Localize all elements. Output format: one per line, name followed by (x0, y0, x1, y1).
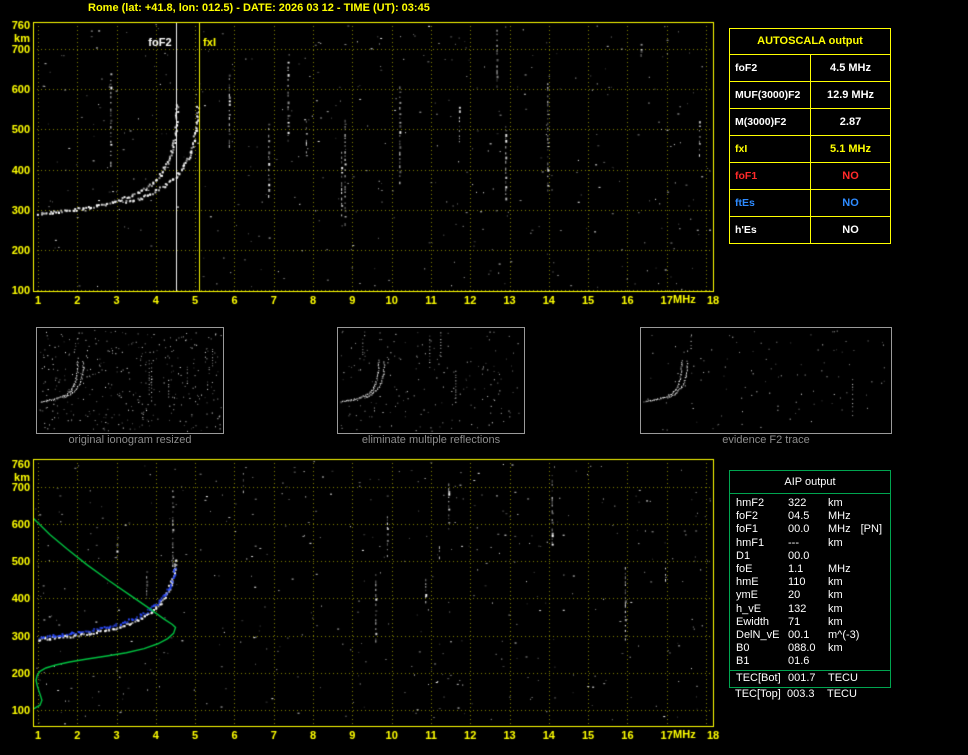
aip-row-fof2: foF2 04.5 MHz (730, 510, 890, 523)
autoscala-output-panel: AUTOSCALA output foF2 4.5 MHz MUF(3000)F… (729, 28, 891, 244)
aip-value-b1: 01.6 (788, 655, 810, 668)
aip-unit-delnve: m^(-3) (828, 628, 860, 641)
aip-name-hme: hmE (736, 576, 759, 589)
aip-unit-foe: MHz (828, 562, 851, 575)
aip-row-hme: hmE 110 km (730, 576, 890, 589)
aip-value-ewidth: 71 (788, 615, 801, 628)
aip-value-hmf1: --- (788, 536, 799, 549)
aip-unit-hmf2: km (828, 497, 843, 509)
param-value-muf3000f2: 12.9 MHz (826, 89, 875, 101)
aip-unit-hmf1: km (828, 536, 843, 549)
aip-name-tec-top: TEC[Top] (735, 688, 781, 700)
aip-value-b0: 088.0 (788, 642, 816, 655)
autoscala-row-fxi: fxI 5.1 MHz (730, 135, 890, 162)
aip-row-tec-top-inner: TEC[Top] 003.3 TECU (729, 688, 889, 701)
aip-name-tec-bot: TEC[Bot] (736, 672, 781, 685)
autoscala-row-m3000f2: M(3000)F2 2.87 (730, 108, 890, 135)
thumbnail-caption-reflections: eliminate multiple reflections (361, 434, 501, 446)
thumbnail-caption-f2-trace: evidence F2 trace (722, 434, 810, 446)
param-label-fof1: foF1 (730, 163, 811, 189)
aip-name-fof1: foF1 (736, 523, 759, 536)
aip-name-foe: foE (736, 562, 753, 575)
aip-value-hmf2: 322 (788, 497, 807, 509)
param-label-m3000f2: M(3000)F2 (730, 109, 811, 135)
autoscala-row-fof2: foF2 4.5 MHz (730, 54, 890, 81)
thumbnail-multiple-reflections-removed (337, 327, 525, 434)
aip-value-yme: 20 (788, 589, 801, 602)
autoscala-row-fof1: foF1 NO (730, 162, 890, 189)
param-label-fxi: fxI (730, 136, 811, 162)
thumbnail-f2-trace-evidence (640, 327, 892, 434)
param-value-hpes: NO (842, 224, 859, 236)
aip-row-tec-top: TEC[Top] 003.3 TECU (729, 688, 889, 701)
aip-value-tec-top: 003.3 (787, 688, 815, 700)
param-label-muf3000f2: MUF(3000)F2 (730, 82, 811, 108)
aip-unit-fof1: MHz (828, 523, 851, 536)
autoscala-row-hpes: h'Es NO (730, 216, 890, 243)
aip-value-delnve: 00.1 (788, 628, 810, 641)
aip-unit-yme: km (828, 589, 843, 602)
aip-name-d1: D1 (736, 549, 751, 562)
aip-value-foe: 1.1 (788, 562, 804, 575)
aip-row-hmf1: hmF1 --- km (730, 537, 890, 550)
aip-name-fof2: foF2 (736, 510, 759, 523)
aip-value-hme: 110 (788, 576, 806, 589)
aip-row-b0: B0 088.0 km (730, 642, 890, 655)
aip-row-tec-bot: TEC[Bot] 001.7 TECU (730, 670, 890, 685)
aip-value-hve: 132 (788, 602, 807, 615)
profile-ionogram-plot (0, 452, 730, 752)
aip-row-delnve: DelN_vE 00.1 m^(-3) (730, 629, 890, 642)
aip-row-ewidth: Ewidth 71 km (730, 616, 890, 629)
aip-value-fof1: 00.0 (788, 523, 810, 536)
aip-row-hmf2: hmF2 322 km (730, 497, 890, 510)
param-value-fof2: 4.5 MHz (830, 62, 871, 74)
aip-name-hve: h_vE (736, 602, 762, 615)
aip-value-d1: 00.0 (788, 549, 810, 562)
aip-unit-tec-top: TECU (827, 688, 857, 700)
aip-row-foe: foE 1.1 MHz (730, 563, 890, 576)
param-label-ftes: ftEs (730, 190, 811, 216)
aip-name-hmf1: hmF1 (736, 536, 765, 549)
aip-output-panel: AIP output hmF2 322 km foF2 04.5 MHz foF1 00.… (729, 470, 891, 688)
thumbnail-caption-original: original ionogram resized (68, 434, 192, 446)
aip-name-ewidth: Ewidth (736, 615, 770, 628)
aip-unit-b0: km (828, 642, 843, 655)
autoscala-app-window: Rome (lat: +41.8, lon: 012.5) - DATE: 20… (0, 0, 968, 755)
autoscala-output-title: AUTOSCALA output (757, 35, 863, 47)
param-value-m3000f2: 2.87 (839, 116, 862, 128)
param-value-fxi: 5.1 MHz (830, 143, 871, 155)
thumbnail-original-ionogram (36, 327, 224, 434)
aip-unit-fof2: MHz (828, 510, 851, 523)
aip-value-fof2: 04.5 (788, 510, 810, 523)
aip-row-d1: D1 00.0 (730, 550, 890, 563)
aip-extra-fof1: [PN] (860, 523, 883, 536)
aip-rows: hmF2 322 km foF2 04.5 MHz foF1 00.0 MHz [PN] hm… (730, 494, 890, 687)
main-ionogram-plot (0, 0, 730, 318)
aip-row-yme: ymE 20 km (730, 589, 890, 602)
aip-name-b0: B0 (736, 642, 750, 655)
param-value-ftes: NO (842, 197, 859, 209)
aip-row-fof1: foF1 00.0 MHz [PN] (730, 523, 890, 536)
aip-unit-hve: km (828, 602, 843, 615)
aip-name-b1: B1 (736, 655, 750, 668)
aip-output-title: AIP output (730, 471, 890, 494)
aip-row-b1: B1 01.6 (730, 655, 890, 668)
aip-unit-hme: km (828, 576, 843, 589)
autoscala-row-ftes: ftEs NO (730, 189, 890, 216)
autoscala-row-muf3000f2: MUF(3000)F2 12.9 MHz (730, 81, 890, 108)
aip-name-delnve: DelN_vE (736, 628, 780, 641)
aip-unit-ewidth: km (828, 615, 843, 628)
param-value-fof1: NO (842, 170, 859, 182)
aip-value-tec-bot: 001.7 (788, 672, 816, 685)
aip-name-hmf2: hmF2 (736, 497, 765, 509)
param-label-hpes: h'Es (730, 217, 811, 243)
aip-unit-tec-bot: TECU (828, 672, 858, 685)
param-label-fof2: foF2 (730, 55, 811, 81)
aip-name-yme: ymE (736, 589, 758, 602)
aip-row-hve: h_vE 132 km (730, 603, 890, 616)
